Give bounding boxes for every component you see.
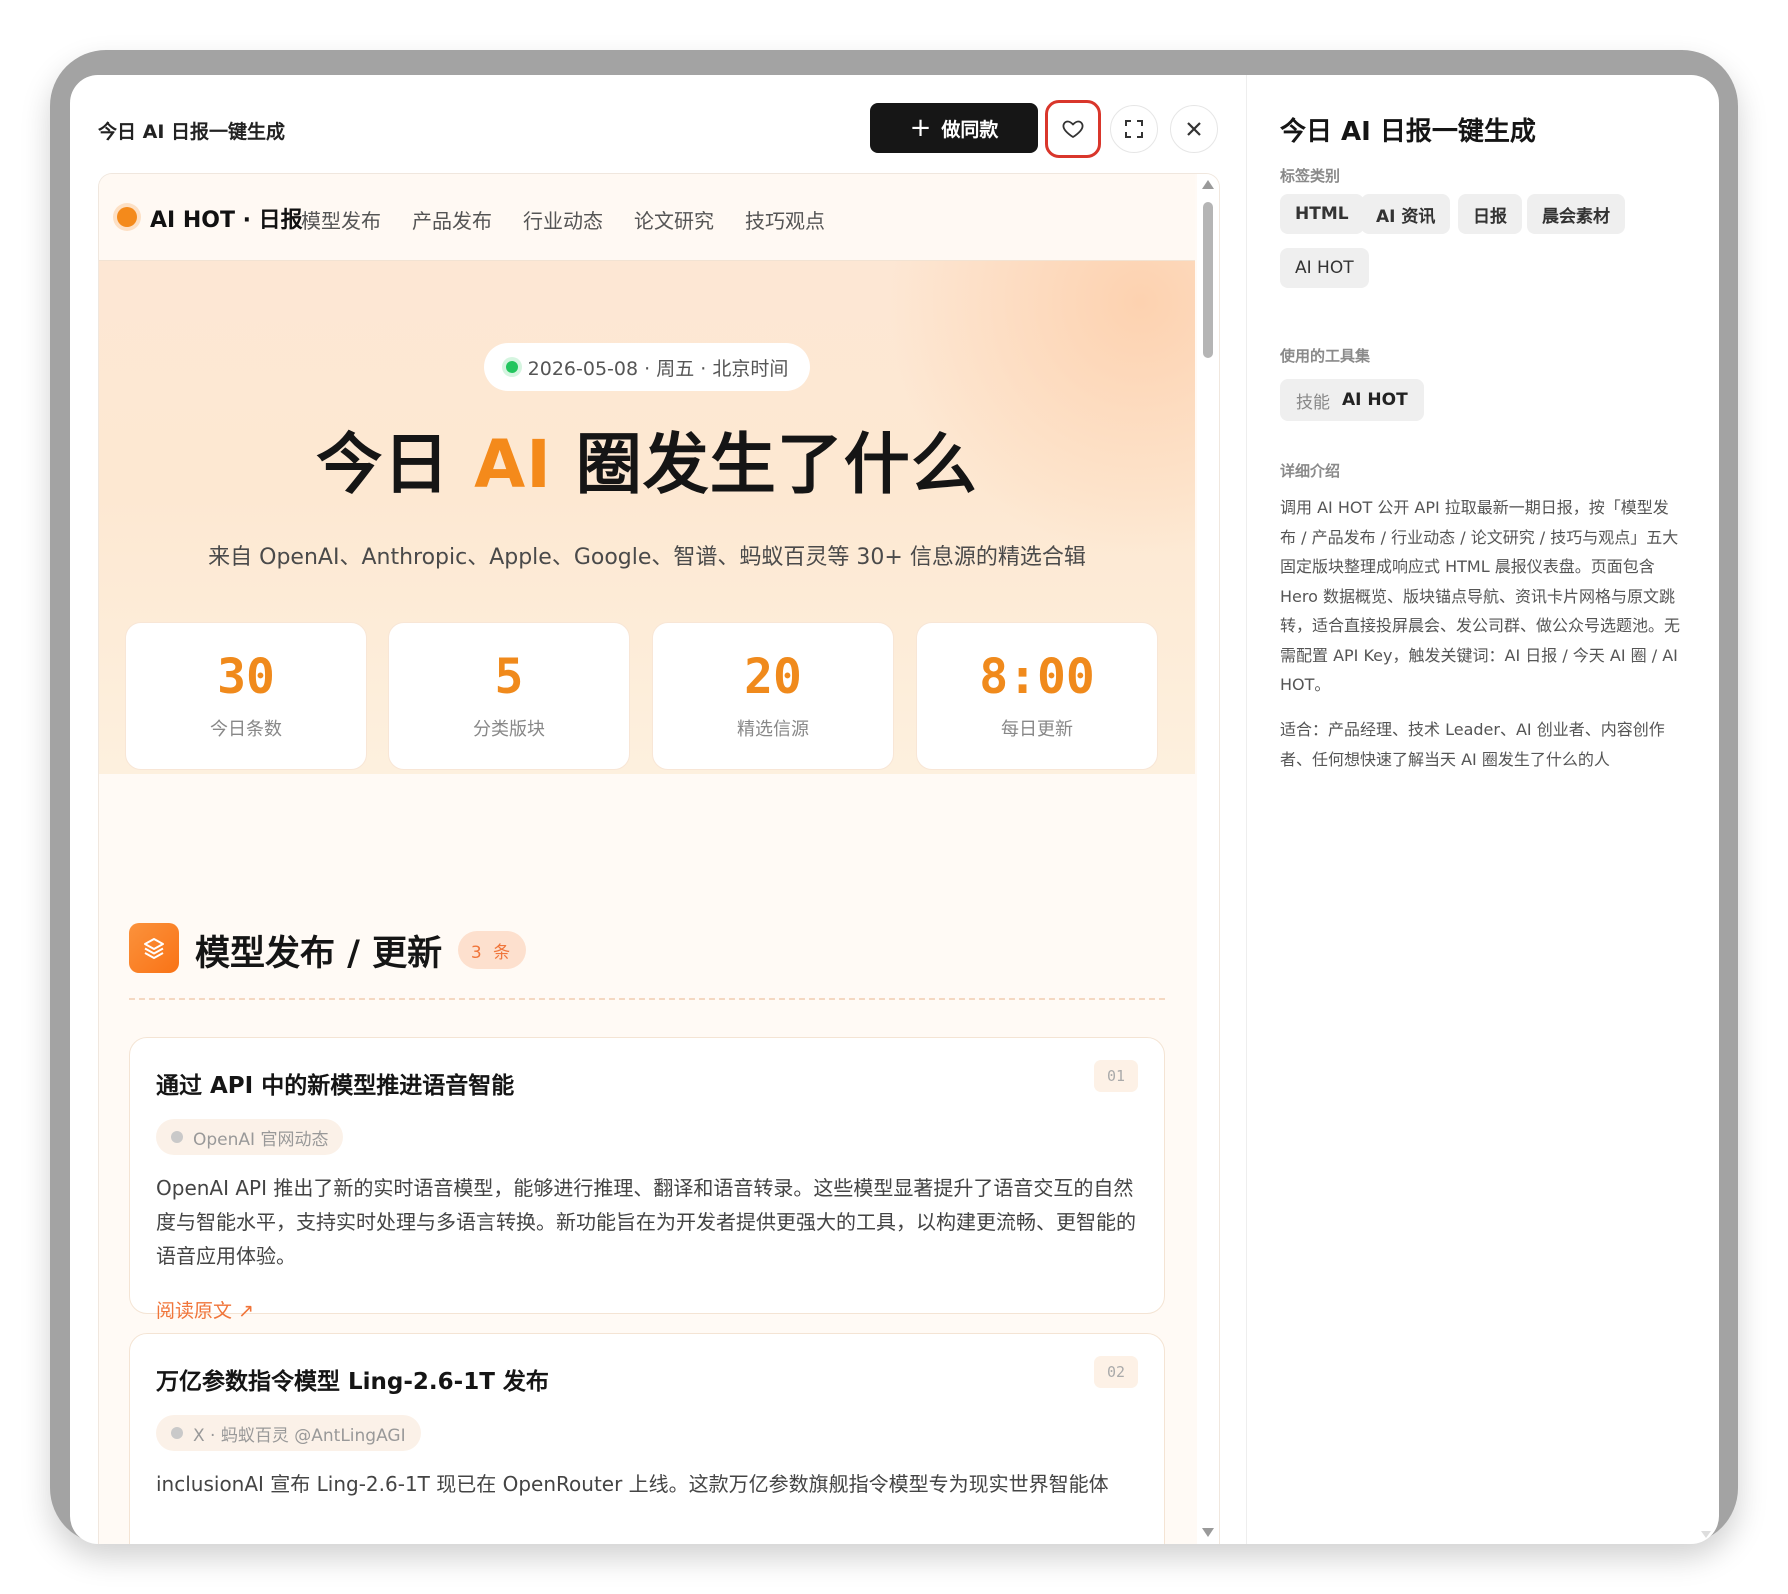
date-text: 2026-05-08 · 周五 · 北京时间 — [527, 357, 789, 380]
scroll-down-icon[interactable] — [1202, 1528, 1214, 1537]
preview-content: AI HOT · 日报 模型发布 产品发布 行业动态 论文研究 技巧观点 202… — [99, 174, 1195, 1544]
hero-title: 今日 AI 圈发生了什么 — [99, 411, 1195, 507]
make-same-label: 做同款 — [941, 118, 999, 141]
date-badge: 2026-05-08 · 周五 · 北京时间 — [484, 343, 810, 391]
stat-value: 20 — [744, 649, 802, 705]
news-source: OpenAI 官网动态 — [193, 1129, 329, 1150]
nav-link-tips[interactable]: 技巧观点 — [745, 205, 825, 234]
source-dot-icon — [171, 1427, 183, 1439]
news-card: 万亿参数指令模型 Ling-2.6-1T 发布 02 X · 蚂蚁百灵 @Ant… — [129, 1333, 1165, 1544]
favorite-button[interactable] — [1045, 100, 1101, 158]
news-number: 02 — [1094, 1356, 1138, 1388]
stat-card: 8:00 每日更新 — [916, 622, 1158, 770]
tool-name: AI HOT — [1342, 390, 1408, 410]
news-source-badge: X · 蚂蚁百灵 @AntLingAGI — [156, 1415, 421, 1451]
info-scroll-indicator — [1701, 1531, 1711, 1538]
news-summary: inclusionAI 宣布 Ling-2.6-1T 现已在 OpenRoute… — [156, 1472, 1109, 1496]
tool-kind: 技能 — [1296, 392, 1330, 413]
news-title: 通过 API 中的新模型推进语音智能 — [156, 1073, 515, 1099]
stat-value: 30 — [217, 649, 275, 705]
tool-chip[interactable]: 技能 AI HOT — [1280, 379, 1424, 421]
news-number: 01 — [1094, 1060, 1138, 1092]
nav-link-products[interactable]: 产品发布 — [412, 205, 492, 234]
live-dot-icon — [505, 361, 518, 373]
detail-modal: 今日 AI 日报一键生成 + 做同款 AI HOT · 日报 模型发布 产品发布… — [70, 75, 1719, 1544]
stat-card: 30 今日条数 — [125, 622, 367, 770]
read-original-link[interactable]: 阅读原文 ↗ — [156, 1296, 254, 1323]
hero-title-pre: 今日 — [316, 426, 475, 503]
stat-label: 精选信源 — [737, 719, 809, 740]
brand-name: AI HOT · 日报 — [150, 208, 303, 233]
hero-section: 2026-05-08 · 周五 · 北京时间 今日 AI 圈发生了什么 来自 O… — [99, 261, 1195, 774]
section-count-badge: 3 条 — [458, 931, 526, 969]
tag-chip[interactable]: AI HOT — [1280, 248, 1369, 288]
news-source: X · 蚂蚁百灵 @AntLingAGI — [193, 1425, 406, 1446]
scroll-up-icon[interactable] — [1202, 180, 1214, 189]
hero-title-ai: AI — [474, 426, 552, 503]
news-source-badge: OpenAI 官网动态 — [156, 1119, 344, 1155]
detail-text: 调用 AI HOT 公开 API 拉取最新一期日报，按「模型发布 / 产品发布 … — [1280, 498, 1681, 694]
html-preview-frame[interactable]: AI HOT · 日报 模型发布 产品发布 行业动态 论文研究 技巧观点 202… — [98, 173, 1220, 1544]
plus-icon: + — [909, 113, 932, 143]
tag-chip[interactable]: 日报 — [1458, 194, 1522, 234]
scroll-thumb[interactable] — [1203, 202, 1213, 358]
stat-label: 分类版块 — [473, 719, 545, 740]
news-title: 万亿参数指令模型 Ling-2.6-1T 发布 — [156, 1369, 549, 1395]
section-divider — [129, 998, 1165, 1000]
news-card: 通过 API 中的新模型推进语音智能 01 OpenAI 官网动态 OpenAI… — [129, 1037, 1165, 1322]
hero-title-post: 圈发生了什么 — [551, 426, 978, 503]
report-nav: AI HOT · 日报 模型发布 产品发布 行业动态 论文研究 技巧观点 — [99, 174, 1195, 261]
stat-label: 今日条数 — [210, 719, 282, 740]
nav-link-industry[interactable]: 行业动态 — [523, 205, 603, 234]
section-title: 模型发布 / 更新 — [195, 934, 443, 974]
stat-card: 5 分类版块 — [388, 622, 630, 770]
news-summary: OpenAI API 推出了新的实时语音模型，能够进行推理、翻译和语音转录。这些… — [156, 1176, 1136, 1268]
tag-chip[interactable]: AI 资讯 — [1361, 194, 1451, 234]
nav-link-models[interactable]: 模型发布 — [301, 205, 381, 234]
close-icon — [1187, 122, 1201, 136]
info-title: 今日 AI 日报一键生成 — [1280, 117, 1536, 147]
detail-label: 详细介绍 — [1280, 462, 1341, 480]
tag-chip[interactable]: HTML — [1280, 194, 1364, 234]
modal-title: 今日 AI 日报一键生成 — [98, 121, 286, 143]
heart-icon — [1062, 120, 1084, 138]
stat-value: 8:00 — [979, 649, 1095, 705]
make-same-button[interactable]: + 做同款 — [870, 103, 1038, 153]
layers-icon — [129, 923, 179, 973]
info-pane: 今日 AI 日报一键生成 标签类别 HTML AI 资讯 日报 晨会素材 AI … — [1247, 75, 1719, 1544]
audience-text: 适合：产品经理、技术 Leader、AI 创业者、内容创作者、任何想快速了解当天… — [1280, 720, 1665, 769]
preview-pane: 今日 AI 日报一键生成 + 做同款 AI HOT · 日报 模型发布 产品发布… — [70, 75, 1246, 1544]
stat-card: 20 精选信源 — [652, 622, 894, 770]
tag-chip[interactable]: 晨会素材 — [1527, 194, 1625, 234]
tools-label: 使用的工具集 — [1280, 347, 1371, 365]
hero-subtitle: 来自 OpenAI、Anthropic、Apple、Google、智谱、蚂蚁百灵… — [208, 545, 1086, 570]
nav-link-papers[interactable]: 论文研究 — [634, 205, 714, 234]
close-button[interactable] — [1170, 105, 1218, 153]
tags-label: 标签类别 — [1280, 167, 1341, 185]
stat-label: 每日更新 — [1001, 719, 1073, 740]
brand-dot — [117, 207, 137, 227]
source-dot-icon — [171, 1131, 183, 1143]
fullscreen-icon — [1125, 120, 1143, 138]
preview-scrollbar[interactable] — [1197, 174, 1219, 1544]
fullscreen-button[interactable] — [1110, 105, 1158, 153]
stat-value: 5 — [494, 649, 524, 705]
